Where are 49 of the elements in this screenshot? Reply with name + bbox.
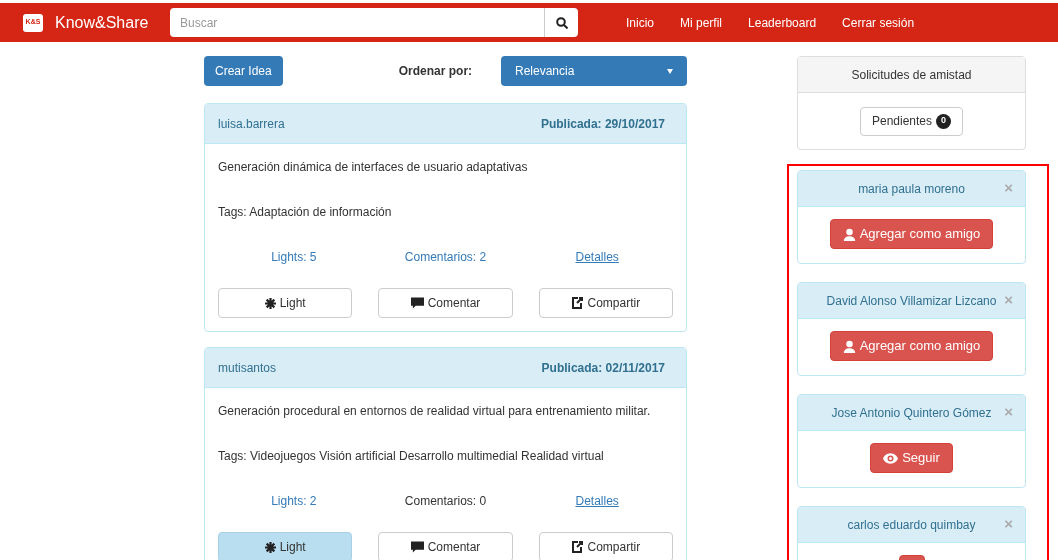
user-name[interactable]: Jose Antonio Quintero Gómez: [831, 403, 992, 422]
asterisk-icon: [264, 297, 276, 309]
user-name[interactable]: maria paula moreno: [858, 179, 965, 198]
nav-link[interactable]: Cerrar sesión: [829, 13, 928, 32]
follow-button[interactable]: Seguir: [870, 443, 953, 473]
share-icon: [571, 541, 584, 553]
author-link[interactable]: mutisantos: [218, 358, 277, 377]
speech-bubble-icon: [410, 541, 424, 553]
comments-count[interactable]: Comentarios: 2: [404, 248, 487, 266]
details-link[interactable]: Detalles: [575, 492, 619, 510]
idea-title: Generación procedural en entornos de realidad virtual para entrenamiento militar.: [218, 403, 652, 420]
comments-count: Comentarios: 0: [404, 493, 487, 510]
speech-bubble-icon: [410, 297, 424, 309]
light-button[interactable]: Light: [218, 532, 353, 560]
idea-title: Generación dinámica de interfaces de usuario adaptativas: [218, 159, 529, 176]
nav-link[interactable]: Leaderboard: [735, 13, 830, 32]
eye-icon: [883, 452, 899, 464]
author-link[interactable]: luisa.barrera: [218, 114, 285, 133]
dropdown-caret-icon: [667, 68, 673, 74]
asterisk-icon: [264, 541, 276, 553]
idea-tags: Tags: Videojuegos Visión artificial Desarrollo multimedial Realidad virtual: [218, 447, 673, 465]
create-idea-button[interactable]: Crear Idea: [204, 56, 283, 86]
idea-tags: Tags: Adaptación de información: [218, 203, 673, 221]
sort-dropdown[interactable]: Relevancia: [501, 56, 687, 86]
comment-button[interactable]: Comentar: [378, 532, 513, 560]
details-link[interactable]: Detalles: [575, 248, 619, 266]
add-friend-button[interactable]: Agregar como amigo: [829, 219, 994, 249]
user-name[interactable]: carlos eduardo quimbay: [847, 515, 976, 534]
lights-count: Lights: 5: [271, 249, 317, 266]
publish-date: Publicada: 02/11/2017: [541, 359, 665, 377]
sort-label: Ordenar por:: [398, 63, 473, 80]
comment-button[interactable]: Comentar: [378, 288, 513, 318]
pending-button[interactable]: Pendientes 0: [859, 106, 964, 136]
user-icon: [842, 227, 856, 241]
user-name[interactable]: David Alonso Villamizar Lizcano: [826, 291, 997, 310]
add-friend-button[interactable]: Agregar como amigo: [829, 331, 994, 361]
share-button[interactable]: Compartir: [538, 532, 673, 560]
user-icon: [842, 339, 856, 353]
light-button[interactable]: Light: [218, 288, 353, 318]
count-badge: 0: [936, 113, 952, 129]
lights-count: Lights: 2: [271, 493, 317, 510]
panel-title: Solicitudes de amistad: [851, 66, 972, 84]
share-icon: [571, 297, 584, 309]
brand-name[interactable]: Know&Share: [55, 10, 149, 35]
publish-date: Publicada: 29/10/2017: [540, 115, 665, 133]
search-icon: [555, 16, 568, 29]
nav-link[interactable]: Mi perfil: [667, 13, 736, 32]
share-button[interactable]: Compartir: [538, 288, 673, 318]
nav-link[interactable]: Inicio: [613, 13, 667, 32]
